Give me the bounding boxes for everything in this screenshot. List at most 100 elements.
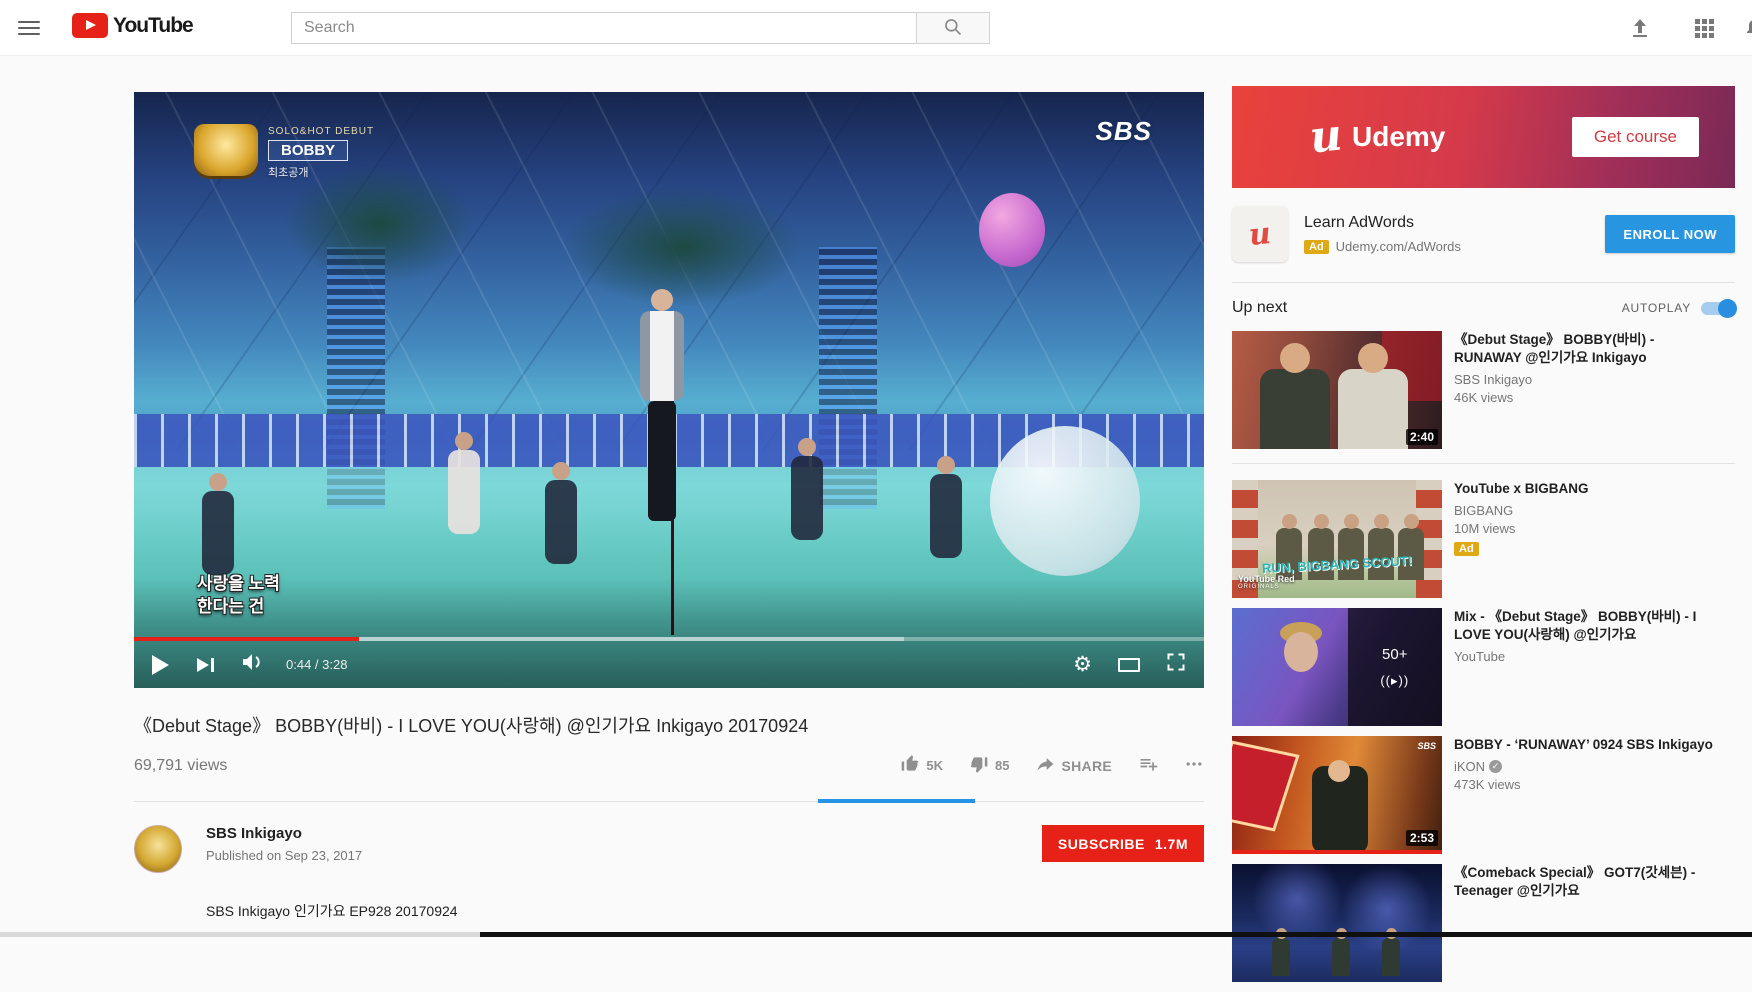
time-display: 0:44 / 3:28: [286, 657, 347, 672]
channel-avatar[interactable]: [134, 825, 182, 873]
ad-badge: Ad: [1304, 240, 1329, 254]
verified-badge-icon: ✓: [1489, 760, 1502, 773]
up-next-item-5[interactable]: 《Comeback Special》 GOT7(갓세븐) - Teenager …: [1232, 864, 1735, 982]
channel-name: iKON ✓: [1454, 759, 1722, 774]
upload-icon[interactable]: [1628, 16, 1652, 40]
apps-grid-icon[interactable]: [1692, 16, 1716, 40]
mix-icon: ((▸)): [1380, 673, 1409, 689]
like-button[interactable]: 5K: [900, 754, 943, 777]
duration-badge: 2:53: [1406, 830, 1438, 846]
share-arrow-icon: [1035, 754, 1055, 777]
menu-icon[interactable]: [18, 17, 40, 39]
youtube-wordmark: YouTube: [113, 14, 193, 38]
thumbs-up-icon: [900, 754, 920, 777]
search-icon: [943, 17, 963, 40]
channel-row: SBS Inkigayo Published on Sep 23, 2017 S…: [134, 825, 1204, 873]
thumbs-down-icon: [969, 754, 989, 777]
palm-tree-silhouette: [284, 164, 474, 284]
fullscreen-icon[interactable]: [1166, 652, 1186, 677]
ad-title[interactable]: Learn AdWords: [1304, 214, 1461, 232]
dislike-button[interactable]: 85: [969, 754, 1009, 777]
autoplay-toggle[interactable]: [1701, 302, 1735, 315]
on-screen-caption: 사랑을 노력 한다는 건: [197, 572, 280, 618]
search-input[interactable]: [291, 12, 916, 44]
next-button[interactable]: [197, 658, 214, 672]
channel-name: YouTube: [1454, 649, 1722, 664]
ad-banner[interactable]: u Udemy Get course: [1232, 86, 1735, 188]
video-description: SBS Inkigayo 인기가요 EP928 20170924: [206, 901, 1204, 921]
channel-name[interactable]: SBS Inkigayo: [206, 825, 362, 842]
view-count: 10M views: [1454, 521, 1722, 536]
publish-date: Published on Sep 23, 2017: [206, 848, 362, 863]
white-sphere-prop: [990, 426, 1140, 576]
up-next-item-2[interactable]: RUN, BIGBANG SCOUT! YouTube Red ORIGINAL…: [1232, 480, 1735, 598]
up-next-item-3[interactable]: 50+ ((▸)) Mix - 《Debut Stage》 BOBBY(바비) …: [1232, 608, 1735, 726]
artist-label: BOBBY: [268, 140, 348, 161]
engagement-bar: 5K 85 SHARE: [882, 754, 1204, 777]
subscriber-count: 1.7M: [1155, 836, 1188, 852]
enroll-now-button[interactable]: ENROLL NOW: [1605, 215, 1735, 253]
video-thumbnail[interactable]: 50+ ((▸)): [1232, 608, 1442, 726]
video-title: BOBBY - ‘RUNAWAY’ 0924 SBS Inkigayo: [1454, 736, 1722, 754]
video-title: 《Debut Stage》 BOBBY(바비) - RUNAWAY @인기가요 …: [1454, 331, 1722, 367]
up-next-list: 2:40 《Debut Stage》 BOBBY(바비) - RUNAWAY @…: [1232, 331, 1735, 982]
more-actions-button[interactable]: [1184, 754, 1204, 777]
udemy-logo-icon: u: [1308, 113, 1344, 160]
video-title: Mix - 《Debut Stage》 BOBBY(바비) - I LOVE Y…: [1454, 608, 1722, 644]
youtube-logo[interactable]: YouTube: [72, 13, 193, 38]
up-next-item-4[interactable]: SBS 2:53 BOBBY - ‘RUNAWAY’ 0924 SBS Inki…: [1232, 736, 1735, 854]
mix-overlay: 50+ ((▸)): [1348, 608, 1443, 726]
video-thumbnail[interactable]: [1232, 864, 1442, 982]
mix-count: 50+: [1382, 646, 1407, 663]
watch-sidebar: u Udemy Get course u Learn AdWords Ad Ud…: [1232, 86, 1735, 992]
three-dots-icon: [1184, 754, 1204, 777]
channel-name: SBS Inkigayo: [1454, 372, 1722, 387]
udemy-app-icon[interactable]: u: [1232, 206, 1288, 262]
share-button[interactable]: SHARE: [1035, 754, 1112, 777]
playlist-add-icon: [1138, 754, 1158, 777]
up-next-row: Up next AUTOPLAY: [1232, 299, 1735, 317]
video-thumbnail[interactable]: SBS 2:53: [1232, 736, 1442, 854]
ad-separator: [1232, 463, 1735, 464]
video-thumbnail[interactable]: 2:40: [1232, 331, 1442, 449]
search-button[interactable]: [916, 12, 990, 44]
video-thumbnail[interactable]: RUN, BIGBANG SCOUT! YouTube Red ORIGINAL…: [1232, 480, 1442, 598]
backup-dancer: [198, 473, 238, 578]
app-header: YouTube: [0, 0, 1752, 56]
premiere-label: 최초공개: [268, 164, 374, 180]
theater-mode-icon[interactable]: [1118, 658, 1140, 672]
backup-dancer: [926, 456, 966, 561]
meta-divider: [134, 799, 1204, 803]
settings-gear-icon[interactable]: ⚙: [1073, 654, 1092, 675]
add-to-playlist-button[interactable]: [1138, 754, 1158, 777]
ad-info-row: u Learn AdWords Ad Udemy.com/AdWords ENR…: [1232, 206, 1735, 262]
udemy-brand-name: Udemy: [1352, 121, 1445, 153]
like-dislike-sentiment-bar: [818, 799, 975, 803]
get-course-button[interactable]: Get course: [1572, 117, 1699, 157]
play-button[interactable]: [152, 655, 169, 675]
subscribe-button[interactable]: SUBSCRIBE 1.7M: [1042, 825, 1204, 862]
video-player[interactable]: SOLO&HOT DEBUT BOBBY 최초공개 SBS 사랑을 노력 한다는…: [134, 92, 1204, 688]
performer-main: [632, 289, 692, 539]
bottom-edge-strip: [0, 932, 1752, 937]
duration-badge: 2:40: [1406, 429, 1438, 445]
youtube-play-icon: [72, 13, 108, 38]
up-next-item-1[interactable]: 2:40 《Debut Stage》 BOBBY(바비) - RUNAWAY @…: [1232, 331, 1735, 449]
video-title: 《Comeback Special》 GOT7(갓세븐) - Teenager …: [1454, 864, 1722, 900]
backup-dancer: [541, 462, 581, 567]
inkigayo-emblem-icon: [194, 124, 258, 176]
sidebar-divider: [1232, 282, 1735, 283]
like-count: 5K: [926, 758, 943, 773]
view-count: 473K views: [1454, 777, 1722, 792]
broadcaster-logo: SBS: [1417, 741, 1436, 751]
backup-dancer: [787, 438, 827, 543]
notifications-bell-icon[interactable]: [1742, 16, 1752, 40]
autoplay-label: AUTOPLAY: [1622, 301, 1691, 315]
show-overlay-badge: SOLO&HOT DEBUT BOBBY 최초공개: [194, 124, 374, 180]
search-area: [291, 12, 990, 44]
backup-dancer: [444, 432, 484, 537]
volume-icon[interactable]: [240, 650, 264, 679]
ad-url: Udemy.com/AdWords: [1336, 239, 1461, 254]
ad-badge: Ad: [1454, 542, 1479, 556]
view-count: 69,791 views: [134, 757, 227, 775]
